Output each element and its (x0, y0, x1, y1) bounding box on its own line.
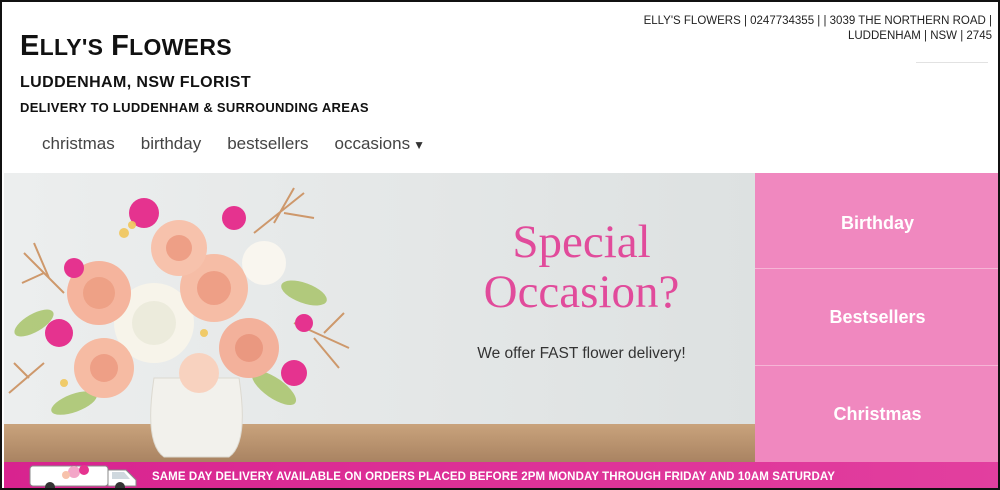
contact-info: ELLY'S FLOWERS | 0247734355 | | 3039 THE… (592, 14, 992, 44)
caret-down-icon: ▼ (413, 138, 425, 152)
flower-bouquet-image (8, 187, 350, 458)
nav-item-occasions-label: occasions (334, 134, 411, 153)
nav-item-occasions[interactable]: occasions ▼ (334, 134, 425, 154)
page-frame: ELLY'S FLOWERS LUDDENHAM, NSW FLORIST DE… (0, 0, 1000, 490)
title-second-initial: F (111, 30, 130, 62)
hero-title-line-1: Special (512, 216, 651, 268)
hero-title: Special Occasion? (444, 217, 719, 317)
hero-title-line-2: Occasion? (483, 266, 680, 318)
site-logo-title[interactable]: ELLY'S FLOWERS (20, 30, 232, 63)
delivery-van-icon (29, 465, 137, 488)
contact-line-2: LUDDENHAM | NSW | 2745 (847, 30, 992, 42)
delivery-banner-text: SAME DAY DELIVERY AVAILABLE ON ORDERS PL… (152, 471, 835, 483)
title-rest: LLY'S (39, 34, 104, 60)
nav-item-birthday[interactable]: birthday (141, 134, 201, 154)
nav-item-christmas[interactable]: christmas (42, 134, 115, 154)
main-nav: christmas birthday bestsellers occasions… (42, 134, 425, 154)
delivery-area-line: DELIVERY TO LUDDENHAM & SURROUNDING AREA… (20, 100, 369, 115)
florist-tagline: LUDDENHAM, NSW FLORIST (20, 74, 252, 91)
side-link-bestsellers[interactable]: Bestsellers (755, 269, 998, 366)
nav-item-bestsellers[interactable]: bestsellers (227, 134, 308, 154)
header-divider (916, 62, 988, 63)
side-link-birthday[interactable]: Birthday (755, 173, 998, 269)
quick-links-panel: Birthday Bestsellers Christmas (755, 173, 998, 462)
title-initial: E (20, 30, 40, 62)
side-link-christmas[interactable]: Christmas (755, 366, 998, 462)
contact-line-1: ELLY'S FLOWERS | 0247734355 | | 3039 THE… (643, 15, 992, 27)
title-second-rest: LOWERS (129, 34, 232, 60)
hero-banner[interactable]: Special Occasion? We offer FAST flower d… (4, 173, 755, 462)
delivery-banner: SAME DAY DELIVERY AVAILABLE ON ORDERS PL… (4, 462, 998, 488)
hero-subtitle: We offer FAST flower delivery! (477, 345, 686, 362)
